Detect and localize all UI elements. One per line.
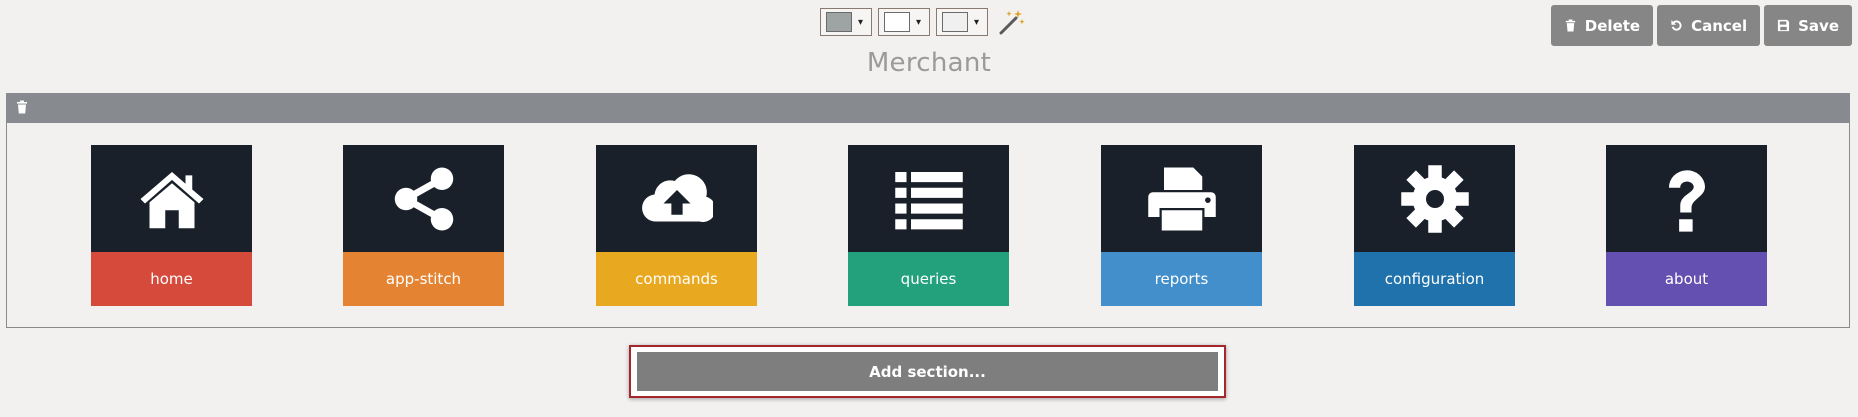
- add-section-button[interactable]: Add section...: [637, 352, 1218, 391]
- tile-label: app-stitch: [343, 252, 504, 306]
- print-icon: [1147, 167, 1216, 230]
- save-label: Save: [1798, 16, 1839, 35]
- undo-icon: [1671, 20, 1682, 31]
- tile-reports[interactable]: reports: [1101, 145, 1262, 306]
- section-body: home app-stitch commands queries reports…: [6, 123, 1850, 328]
- cloud-upload-icon: [641, 173, 713, 222]
- tile-home[interactable]: home: [91, 145, 252, 306]
- tile-label: reports: [1101, 252, 1262, 306]
- tile-configuration[interactable]: configuration: [1354, 145, 1515, 306]
- cancel-button[interactable]: Cancel: [1657, 5, 1761, 46]
- background-color-select[interactable]: ▾: [820, 8, 872, 36]
- page-title: Merchant: [866, 48, 992, 78]
- border-color-select[interactable]: ▾: [878, 8, 930, 36]
- home-icon: [140, 171, 203, 228]
- tile-label: about: [1606, 252, 1767, 306]
- cancel-label: Cancel: [1691, 16, 1748, 35]
- delete-label: Delete: [1584, 16, 1641, 35]
- tile-app-stitch[interactable]: app-stitch: [343, 145, 504, 306]
- page-actions: Delete Cancel Save: [1550, 5, 1852, 46]
- question-icon: [1668, 169, 1705, 232]
- tile-commands[interactable]: commands: [596, 145, 757, 306]
- text-color-select[interactable]: ▾: [936, 8, 988, 36]
- gear-icon: [1400, 164, 1469, 233]
- floppy-icon: [1778, 19, 1790, 32]
- chevron-down-icon: ▾: [858, 16, 864, 28]
- section-header: [6, 93, 1850, 123]
- swatch-preview: [942, 12, 968, 32]
- trash-icon[interactable]: [16, 99, 28, 114]
- chevron-down-icon: ▾: [916, 16, 922, 28]
- tile-label: queries: [848, 252, 1009, 306]
- tile-label: commands: [596, 252, 757, 306]
- tile-queries[interactable]: queries: [848, 145, 1009, 306]
- share-icon: [394, 167, 453, 230]
- magic-wand-icon[interactable]: [994, 6, 1028, 38]
- style-toolbar: ▾ ▾ ▾: [820, 6, 1028, 38]
- tile-label: configuration: [1354, 252, 1515, 306]
- delete-button[interactable]: Delete: [1550, 5, 1654, 46]
- tile-label: home: [91, 252, 252, 306]
- trash-icon: [1565, 19, 1575, 32]
- swatch-preview: [884, 12, 910, 32]
- add-section-wrapper: Add section...: [629, 345, 1226, 398]
- swatch-preview: [826, 12, 852, 32]
- tile-about[interactable]: about: [1606, 145, 1767, 306]
- list-icon: [894, 171, 963, 229]
- chevron-down-icon: ▾: [974, 16, 980, 28]
- save-button[interactable]: Save: [1764, 5, 1852, 46]
